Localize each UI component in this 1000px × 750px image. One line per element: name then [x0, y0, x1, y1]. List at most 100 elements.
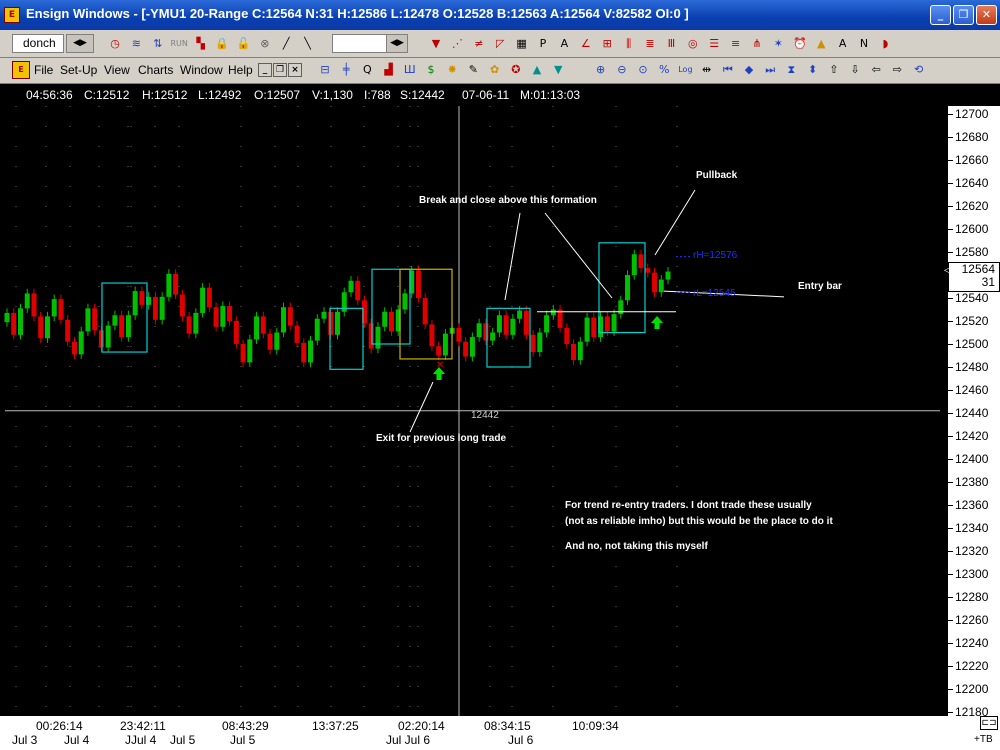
time-label: 10:09:34	[572, 719, 619, 733]
horizontal-lines-icon[interactable]: ☰	[705, 35, 723, 53]
lock-icon[interactable]: 🔒	[213, 35, 231, 53]
run-icon[interactable]: RUN	[170, 35, 188, 53]
equal-icon[interactable]: ≡	[727, 35, 745, 53]
arrow-right-icon[interactable]: ⇨	[888, 61, 906, 79]
channel-icon[interactable]: ⫼	[620, 35, 638, 53]
price-tick-mark	[948, 459, 953, 460]
price-tick-label: 12500	[955, 337, 989, 351]
menu-help[interactable]: Help	[228, 63, 253, 77]
diamond-icon[interactable]: ◆	[740, 61, 758, 79]
triangle-icon[interactable]: ▲	[812, 35, 830, 53]
candle-body	[233, 321, 239, 344]
pitchfork-icon[interactable]: ⋔	[748, 35, 766, 53]
menu-view[interactable]: View	[104, 63, 130, 77]
menu-setup[interactable]: Set-Up	[60, 63, 97, 77]
speed-line-icon[interactable]: ◸	[491, 35, 509, 53]
candle-body	[368, 323, 374, 349]
sub-icon[interactable]: ⊞	[598, 35, 616, 53]
annotation-entry-bar: Entry bar	[798, 281, 842, 292]
first-icon[interactable]: ⏮	[719, 61, 737, 79]
notepad-icon[interactable]: ✎	[464, 61, 482, 79]
diagonal-tool-icon[interactable]: ╲	[299, 35, 317, 53]
circle-icon[interactable]: ◎	[684, 35, 702, 53]
candle-body	[105, 325, 111, 348]
template-arrows-button[interactable]: ◀▶	[66, 34, 94, 53]
last-icon[interactable]: ⏭	[761, 61, 779, 79]
angle-icon[interactable]: ∠	[577, 35, 595, 53]
zoom-out-icon[interactable]: ⊖	[613, 61, 631, 79]
price-tick-mark	[948, 689, 953, 690]
hourglass-icon[interactable]: ⧗	[782, 61, 800, 79]
symbol-arrows-button[interactable]: ◀▶	[386, 34, 408, 53]
pullback-pointer-line	[654, 189, 696, 256]
alarm-icon[interactable]: ⏰	[791, 35, 809, 53]
spark-icon[interactable]: ✶	[769, 35, 787, 53]
bar-info-status: 04:56:36 C:12512 H:12512 L:12492 O:12507…	[0, 84, 1000, 106]
log-icon[interactable]: Log	[676, 61, 694, 79]
wave-icon[interactable]: ≋	[127, 35, 145, 53]
arrow-up-icon[interactable]: ⇧	[825, 61, 843, 79]
index-icon[interactable]: Ш	[401, 61, 419, 79]
percent-icon[interactable]: %	[655, 61, 673, 79]
text-a-icon[interactable]: A	[555, 35, 573, 53]
menu-charts[interactable]: Charts	[138, 63, 173, 77]
retrace-icon[interactable]: ≠	[470, 35, 488, 53]
clear-icon[interactable]: ⊗	[256, 35, 274, 53]
mdi-restore-button[interactable]: ❐	[273, 63, 287, 77]
color-wheel-icon[interactable]: ✪	[507, 61, 525, 79]
line-tool-icon[interactable]: ╱	[277, 35, 295, 53]
candle-body	[348, 280, 354, 293]
candle-body	[523, 310, 529, 335]
zoom-in-icon[interactable]: ⊕	[592, 61, 610, 79]
candle-body	[166, 273, 172, 297]
dollar-icon[interactable]: $	[422, 61, 440, 79]
palette-icon[interactable]: ▚	[192, 35, 210, 53]
mdi-close-button[interactable]: ×	[288, 63, 302, 77]
clock-icon[interactable]: ◷	[106, 35, 124, 53]
arrow-down-icon[interactable]: ⇩	[846, 61, 864, 79]
text-tool-icon[interactable]: A	[834, 35, 852, 53]
arrow-left-icon[interactable]: ⇦	[867, 61, 885, 79]
scroll-corner-icon[interactable]: ⊏⊐	[980, 716, 998, 730]
unlock-icon[interactable]: 🔓	[234, 35, 252, 53]
fib-fan-icon[interactable]: ⋰	[448, 35, 466, 53]
arrow-down-icon[interactable]: ▼	[427, 35, 445, 53]
bars-icon[interactable]: Ⅲ	[662, 35, 680, 53]
time-label: 13:37:25	[312, 719, 359, 733]
down-triangle-icon[interactable]: ▼	[549, 61, 567, 79]
menu-file[interactable]: File	[34, 63, 53, 77]
up-down-arrows-icon[interactable]: ⇅	[149, 35, 167, 53]
template-selector[interactable]: donch	[12, 34, 64, 53]
text-p-icon[interactable]: P	[534, 35, 552, 53]
candle-body	[92, 308, 98, 331]
mdi-minimize-button[interactable]: _	[258, 63, 272, 77]
star-icon[interactable]: ✸	[443, 61, 461, 79]
close-button[interactable]: ✕	[976, 5, 997, 25]
compress-icon[interactable]: ⇹	[698, 61, 716, 79]
candle-body	[625, 275, 631, 301]
menu-window[interactable]: Window	[180, 63, 223, 77]
quote-icon[interactable]: Q	[358, 61, 376, 79]
palette-icon[interactable]: ✿	[486, 61, 504, 79]
reset-icon[interactable]: ⟲	[910, 61, 928, 79]
fib-lines-icon[interactable]: ≣	[641, 35, 659, 53]
app-menu-icon[interactable]: E	[12, 61, 30, 79]
tb-toggle[interactable]: +TB	[974, 734, 993, 745]
candle-body	[375, 326, 381, 349]
fire-chart-icon[interactable]: ▟	[380, 61, 398, 79]
histogram-icon[interactable]: ╪	[337, 61, 355, 79]
up-down-icon[interactable]: ⬍	[804, 61, 822, 79]
magnet-icon[interactable]: ◗	[876, 35, 894, 53]
symbol-entry-field[interactable]	[332, 34, 388, 53]
candle-body	[456, 327, 462, 342]
up-triangle-icon[interactable]: ▲	[528, 61, 546, 79]
note-icon[interactable]: N	[855, 35, 873, 53]
price-tick-label: 12620	[955, 199, 989, 213]
restore-button[interactable]: ❐	[953, 5, 974, 25]
candle-body	[254, 316, 260, 340]
grid-icon[interactable]: ▦	[513, 35, 531, 53]
zoom-fit-icon[interactable]: ⊙	[634, 61, 652, 79]
price-tick-mark	[948, 528, 953, 529]
minimize-button[interactable]: _	[930, 5, 951, 25]
layout-icon[interactable]: ⊟	[316, 61, 334, 79]
